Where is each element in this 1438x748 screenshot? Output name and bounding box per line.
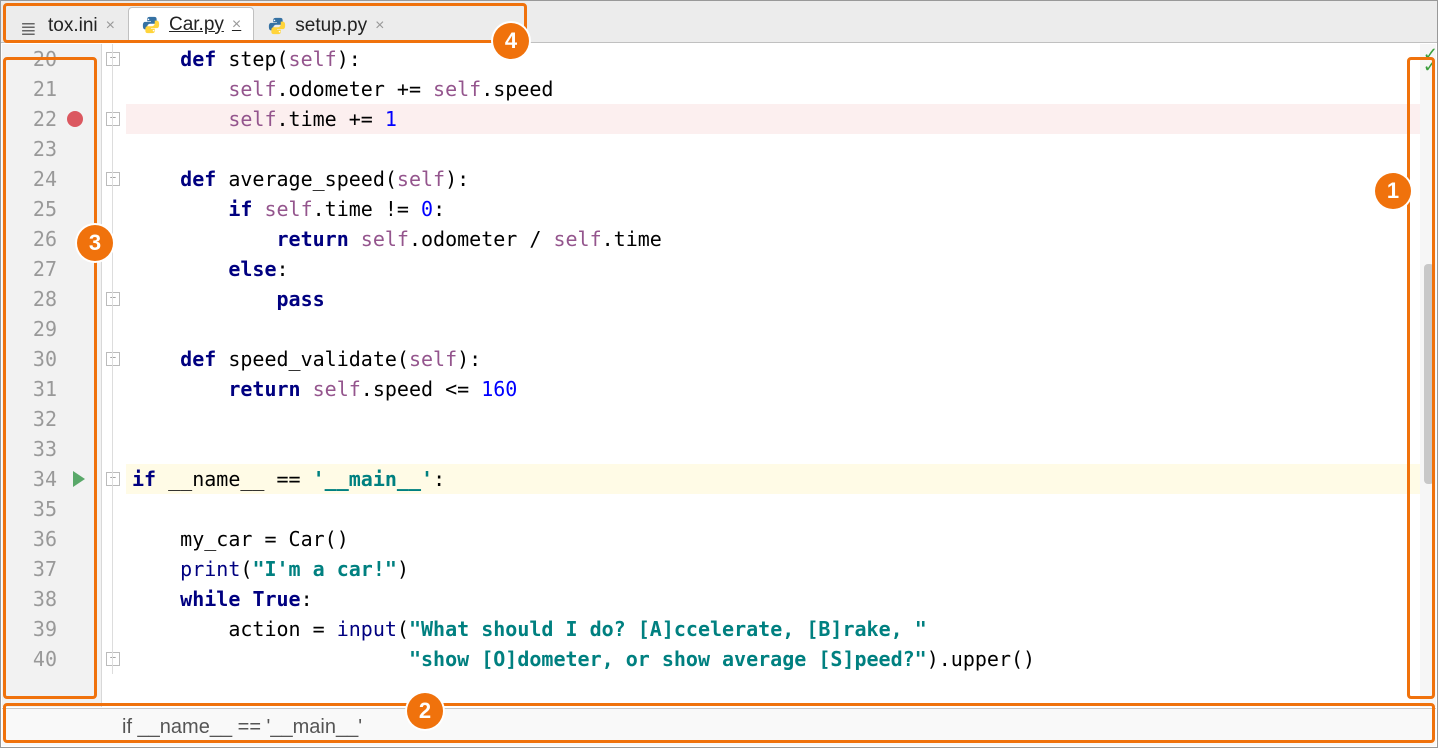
code-line[interactable]: def speed_validate(self): <box>126 344 1436 374</box>
editor-tab[interactable]: Car.py × <box>128 7 254 43</box>
code-line[interactable] <box>126 404 1436 434</box>
gutter-line[interactable]: 21 <box>2 74 101 104</box>
annotation-callout: 3 <box>77 225 113 261</box>
gutter-line[interactable]: 28 <box>2 284 101 314</box>
annotation-callout: 4 <box>493 23 529 59</box>
scrollbar-thumb[interactable] <box>1424 264 1434 484</box>
fold-toggle-icon[interactable]: − <box>106 52 120 66</box>
gutter-line[interactable]: 38 <box>2 584 101 614</box>
annotation-callout: 1 <box>1375 173 1411 209</box>
gutter-line[interactable]: 25 <box>2 194 101 224</box>
code-line[interactable]: pass <box>126 284 1436 314</box>
gutter-line[interactable]: 30 <box>2 344 101 374</box>
gutter-line[interactable]: 36 <box>2 524 101 554</box>
code-line[interactable]: return self.odometer / self.time <box>126 224 1436 254</box>
editor-tab-bar: tox.ini × Car.py × setup.py × <box>1 1 1437 43</box>
close-icon[interactable]: × <box>375 17 384 35</box>
gutter-line[interactable]: 31 <box>2 374 101 404</box>
tab-label: setup.py <box>295 15 367 37</box>
gutter-line[interactable]: 34 <box>2 464 101 494</box>
code-line[interactable]: "show [O]dometer, or show average [S]pee… <box>126 644 1436 674</box>
editor-region: 2021222324252627282930313233343536373839… <box>2 44 1436 707</box>
python-file-icon <box>267 16 287 36</box>
ini-file-icon <box>20 16 40 36</box>
editor-tab[interactable]: tox.ini × <box>7 7 128 43</box>
fold-toggle-icon[interactable]: − <box>106 112 120 126</box>
code-line[interactable]: my_car = Car() <box>126 524 1436 554</box>
code-line[interactable]: self.time += 1 <box>126 104 1436 134</box>
scrollbar-track[interactable]: ✓✓ <box>1420 44 1436 707</box>
fold-toggle-icon[interactable]: − <box>106 352 120 366</box>
tab-label: tox.ini <box>48 15 98 37</box>
fold-toggle-icon[interactable]: − <box>106 172 120 186</box>
gutter-line[interactable]: 39 <box>2 614 101 644</box>
breakpoint-icon[interactable] <box>67 111 83 127</box>
gutter-line[interactable]: 33 <box>2 434 101 464</box>
tab-label: Car.py <box>169 14 224 36</box>
code-line[interactable]: print("I'm a car!") <box>126 554 1436 584</box>
code-line[interactable]: if __name__ == '__main__': <box>126 464 1436 494</box>
run-marker-icon[interactable] <box>73 471 85 487</box>
gutter-line[interactable]: 23 <box>2 134 101 164</box>
close-icon[interactable]: × <box>106 17 115 35</box>
code-line[interactable]: def average_speed(self): <box>126 164 1436 194</box>
code-line[interactable]: self.odometer += self.speed <box>126 74 1436 104</box>
code-area[interactable]: def step(self): self.odometer += self.sp… <box>126 44 1436 707</box>
code-line[interactable]: action = input("What should I do? [A]cce… <box>126 614 1436 644</box>
code-line[interactable]: return self.speed <= 160 <box>126 374 1436 404</box>
close-icon[interactable]: × <box>232 16 241 34</box>
fold-toggle-icon[interactable]: − <box>106 652 120 666</box>
breadcrumb-bar[interactable]: if __name__ == '__main__' <box>2 708 1436 746</box>
fold-toggle-icon[interactable]: − <box>106 292 120 306</box>
code-line[interactable]: if self.time != 0: <box>126 194 1436 224</box>
gutter-line[interactable]: 32 <box>2 404 101 434</box>
gutter-line[interactable]: 35 <box>2 494 101 524</box>
code-line[interactable] <box>126 434 1436 464</box>
gutter-line[interactable]: 22 <box>2 104 101 134</box>
code-line[interactable]: while True: <box>126 584 1436 614</box>
code-line[interactable]: def step(self): <box>126 44 1436 74</box>
gutter-line[interactable]: 24 <box>2 164 101 194</box>
gutter-line[interactable]: 37 <box>2 554 101 584</box>
line-gutter[interactable]: 2021222324252627282930313233343536373839… <box>2 44 102 707</box>
gutter-line[interactable]: 29 <box>2 314 101 344</box>
fold-toggle-icon[interactable]: − <box>106 472 120 486</box>
code-line[interactable] <box>126 494 1436 524</box>
python-file-icon <box>141 15 161 35</box>
code-line[interactable]: else: <box>126 254 1436 284</box>
annotation-callout: 2 <box>407 693 443 729</box>
editor-tab[interactable]: setup.py × <box>254 7 397 43</box>
code-line[interactable] <box>126 314 1436 344</box>
inspection-ok-icon: ✓✓ <box>1423 48 1434 72</box>
code-line[interactable] <box>126 134 1436 164</box>
breadcrumb-text: if __name__ == '__main__' <box>122 716 362 739</box>
gutter-line[interactable]: 20 <box>2 44 101 74</box>
fold-column[interactable]: − − − − − − − <box>102 44 126 707</box>
gutter-line[interactable]: 40 <box>2 644 101 674</box>
